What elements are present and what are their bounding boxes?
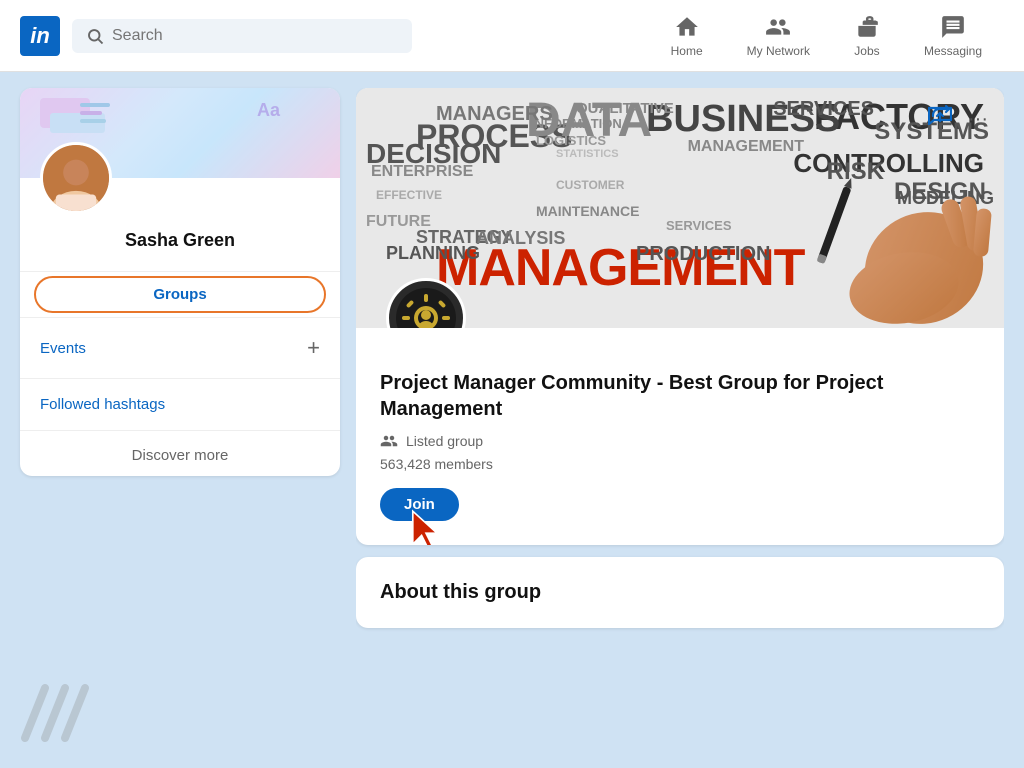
sidebar: Aa [20, 88, 340, 752]
group-meta: Listed group [380, 432, 980, 450]
sidebar-divider-3 [20, 378, 340, 379]
groups-label: Groups [153, 286, 206, 303]
deco-slashes [20, 683, 100, 748]
group-card-body: Project Manager Community - Best Group f… [356, 328, 1004, 545]
wc-word-effective: EFFECTIVE [376, 188, 442, 202]
deco-slashes-svg [20, 683, 100, 743]
nav-messaging-label: Messaging [924, 44, 982, 58]
header: in Home My Network Jobs [0, 0, 1024, 72]
wc-word-enterprise: ENTERPRISE [371, 163, 473, 181]
main-panel: MANAGEMENT FACTORY PROCESS DECISION CONT… [356, 88, 1004, 752]
join-container: Join [380, 488, 459, 521]
group-members: 563,428 members [380, 456, 980, 472]
wc-word-customer: CUSTOMER [556, 178, 624, 192]
wc-word-managers: MANAGERS [436, 103, 553, 126]
nav-jobs-label: Jobs [854, 44, 879, 58]
share-icon [928, 104, 952, 128]
wc-word-maintenance: MAINTENANCE [536, 203, 639, 219]
group-meta-icon [380, 432, 398, 450]
nav-home-label: Home [671, 44, 703, 58]
banner-line-3 [80, 119, 106, 123]
group-card-actions: ··· [924, 100, 992, 138]
home-icon [674, 14, 700, 40]
sidebar-divider-1 [20, 271, 340, 272]
wc-word-qualitative: QUALITATIVE [576, 100, 674, 117]
header-nav: Home My Network Jobs Messaging [649, 14, 1004, 58]
share-button[interactable] [924, 100, 956, 138]
nav-item-home[interactable]: Home [649, 14, 725, 58]
jobs-icon [854, 14, 880, 40]
events-plus-icon[interactable]: + [307, 335, 320, 361]
banner-lines [80, 103, 110, 123]
discover-label: Discover more [132, 447, 229, 464]
group-card: MANAGEMENT FACTORY PROCESS DECISION CONT… [356, 88, 1004, 545]
search-bar[interactable] [72, 19, 412, 53]
wc-word-services2: SERVICES [666, 218, 732, 233]
wc-word-production: PRODUCTION [636, 243, 770, 266]
hand-svg [784, 168, 1004, 328]
nav-item-messaging[interactable]: Messaging [902, 14, 1004, 58]
wc-word-analysis: ANALYSIS [476, 228, 565, 249]
group-title: Project Manager Community - Best Group f… [380, 370, 980, 422]
group-type: Listed group [406, 433, 483, 449]
main-content: Aa [0, 72, 1024, 768]
wc-word-services: SERVICES [773, 98, 874, 121]
wc-word-logistics: LOGISTICS [536, 133, 606, 148]
nav-network-label: My Network [747, 44, 810, 58]
profile-avatar-container [40, 142, 340, 214]
sidebar-card: Aa [20, 88, 340, 476]
sidebar-item-groups[interactable]: Groups [34, 276, 326, 313]
cursor-arrow-icon [404, 509, 448, 545]
linkedin-logo[interactable]: in [20, 16, 60, 56]
banner-line-2 [80, 111, 102, 115]
sidebar-divider-2 [20, 317, 340, 318]
gear-icon [394, 286, 458, 328]
sidebar-divider-4 [20, 430, 340, 431]
search-icon [86, 27, 104, 45]
wc-word-management2: MANAGEMENT [688, 138, 804, 156]
banner-text-elem: Aa [257, 100, 280, 121]
about-card: About this group [356, 557, 1004, 628]
group-banner: MANAGEMENT FACTORY PROCESS DECISION CONT… [356, 88, 1004, 328]
hand-image [784, 168, 1004, 328]
wc-word-statistics: STATISTICS [556, 148, 619, 160]
search-input[interactable] [112, 27, 398, 45]
sidebar-item-hashtags[interactable]: Followed hashtags [20, 383, 340, 426]
hashtags-label: Followed hashtags [40, 396, 165, 413]
sidebar-item-events[interactable]: Events + [20, 322, 340, 374]
banner-line-1 [80, 103, 110, 107]
profile-name: Sasha Green [40, 230, 320, 251]
messaging-icon [940, 14, 966, 40]
profile-info: Sasha Green [20, 214, 340, 267]
network-icon [765, 14, 791, 40]
avatar [40, 142, 112, 214]
sidebar-item-discover[interactable]: Discover more [20, 435, 340, 476]
events-label: Events [40, 340, 86, 357]
more-options-button[interactable]: ··· [964, 104, 992, 135]
avatar-person-svg [43, 145, 109, 211]
nav-item-jobs[interactable]: Jobs [832, 14, 902, 58]
about-title: About this group [380, 581, 980, 604]
nav-item-my-network[interactable]: My Network [725, 14, 832, 58]
